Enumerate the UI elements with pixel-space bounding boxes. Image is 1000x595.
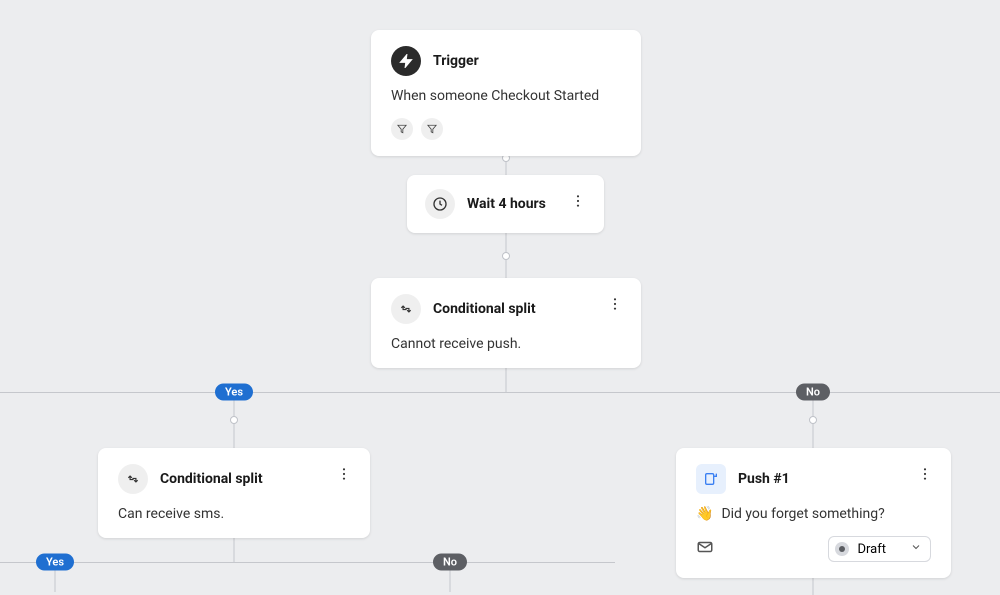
mail-icon (696, 538, 714, 560)
more-button[interactable] (566, 189, 590, 213)
conditional-split-title: Conditional split (160, 471, 263, 487)
push-message: Did you forget something? (721, 506, 884, 522)
trigger-card[interactable]: Trigger When someone Checkout Started (371, 30, 641, 156)
connector-dot (809, 416, 817, 424)
connector-dot (230, 416, 238, 424)
split-icon (118, 464, 148, 494)
connector-dot (502, 252, 510, 260)
branch-label-no-2: No (433, 554, 467, 571)
connector-branch-line (0, 392, 1000, 393)
filter-user-icon (421, 118, 443, 140)
push-title: Push #1 (738, 471, 790, 487)
lightning-icon (391, 46, 421, 76)
connector-line (234, 535, 235, 563)
wave-emoji: 👋 (696, 506, 713, 522)
trigger-title: Trigger (433, 53, 479, 69)
wait-card[interactable]: Wait 4 hours (407, 175, 604, 233)
push-card[interactable]: Push #1 👋 Did you forget something? Draf… (676, 448, 951, 578)
clock-icon (425, 189, 455, 219)
trigger-badges (391, 118, 621, 140)
wait-title: Wait 4 hours (467, 196, 546, 212)
branch-label-yes: Yes (215, 384, 253, 401)
conditional-split-card-2[interactable]: Conditional split Can receive sms. (98, 448, 370, 538)
filter-icon (391, 118, 413, 140)
status-dropdown[interactable]: Draft (828, 536, 931, 562)
push-icon (696, 464, 726, 494)
conditional-split-card-1[interactable]: Conditional split Cannot receive push. (371, 278, 641, 368)
more-button[interactable] (913, 462, 937, 486)
connector-line (506, 365, 507, 393)
connector-branch-line (0, 562, 615, 563)
more-button[interactable] (332, 462, 356, 486)
trigger-subtext: When someone Checkout Started (391, 88, 621, 104)
conditional-split-subtext: Cannot receive push. (391, 336, 621, 352)
chevron-down-icon (910, 541, 922, 557)
status-dot-icon (835, 542, 849, 556)
status-label: Draft (857, 542, 886, 557)
more-button[interactable] (603, 292, 627, 316)
branch-label-yes-2: Yes (36, 554, 74, 571)
branch-label-no: No (796, 384, 830, 401)
conditional-split-subtext: Can receive sms. (118, 506, 350, 522)
split-icon (391, 294, 421, 324)
conditional-split-title: Conditional split (433, 301, 536, 317)
